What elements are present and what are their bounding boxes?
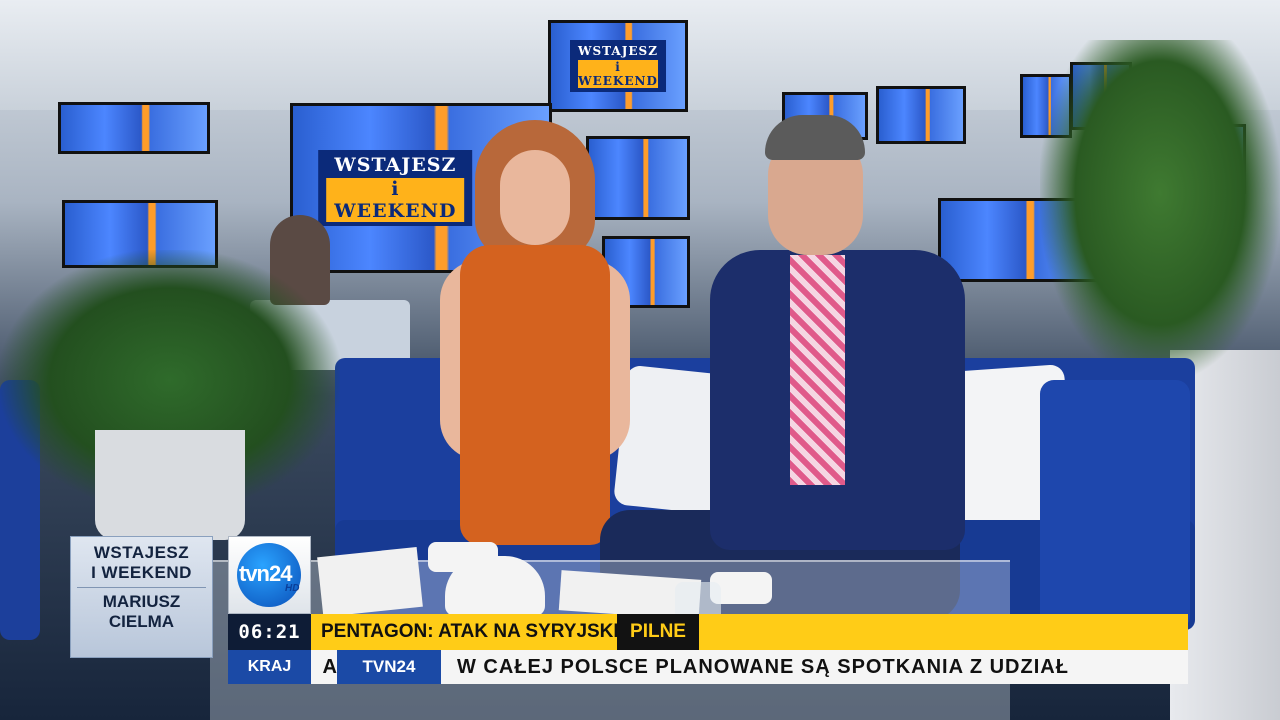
paper-sheet: [317, 546, 423, 618]
channel-logo-text: tvn24: [239, 561, 292, 586]
section-label: KRAJ: [228, 650, 311, 684]
channel-logo: tvn24 HD: [228, 536, 311, 614]
news-ticker: A TVN24 W CAŁEJ POLSCE PLANOWANE SĄ SPOT…: [311, 650, 1188, 684]
sofa-arm: [1040, 380, 1190, 630]
urgent-tag: PILNE: [617, 614, 699, 650]
show-name-box: WSTAJESZ I WEEKEND MARIUSZ CIELMA: [70, 536, 213, 658]
ticker-text: W CAŁEJ POLSCE PLANOWANE SĄ SPOTKANIA Z …: [457, 656, 1069, 678]
show-divider: [77, 587, 206, 588]
breaking-news-bar: PENTAGON: ATAK NA SYRYJSKIE CEL PILNE: [311, 614, 1188, 650]
plant-right: [1040, 40, 1280, 380]
ticker-source-badge: TVN24: [337, 650, 441, 684]
show-title-line1: WSTAJESZ: [93, 543, 190, 562]
show-title-line2: I WEEKEND: [91, 563, 192, 582]
teacup: [428, 542, 498, 572]
plant-pot: [95, 430, 245, 540]
host-name-line1: MARIUSZ: [102, 592, 181, 611]
studio-monitor: WSTAJESZ i WEEKEND: [548, 20, 688, 112]
studio-monitor: [58, 102, 210, 154]
ticker-previous-fragment: A: [322, 656, 337, 678]
host-name-line2: CIELMA: [108, 612, 175, 631]
monitor-logo: WSTAJESZ i WEEKEND: [570, 40, 666, 92]
presenter-man: [600, 110, 970, 620]
clock: 06:21: [228, 614, 311, 650]
channel-logo-hd: HD: [285, 583, 300, 594]
